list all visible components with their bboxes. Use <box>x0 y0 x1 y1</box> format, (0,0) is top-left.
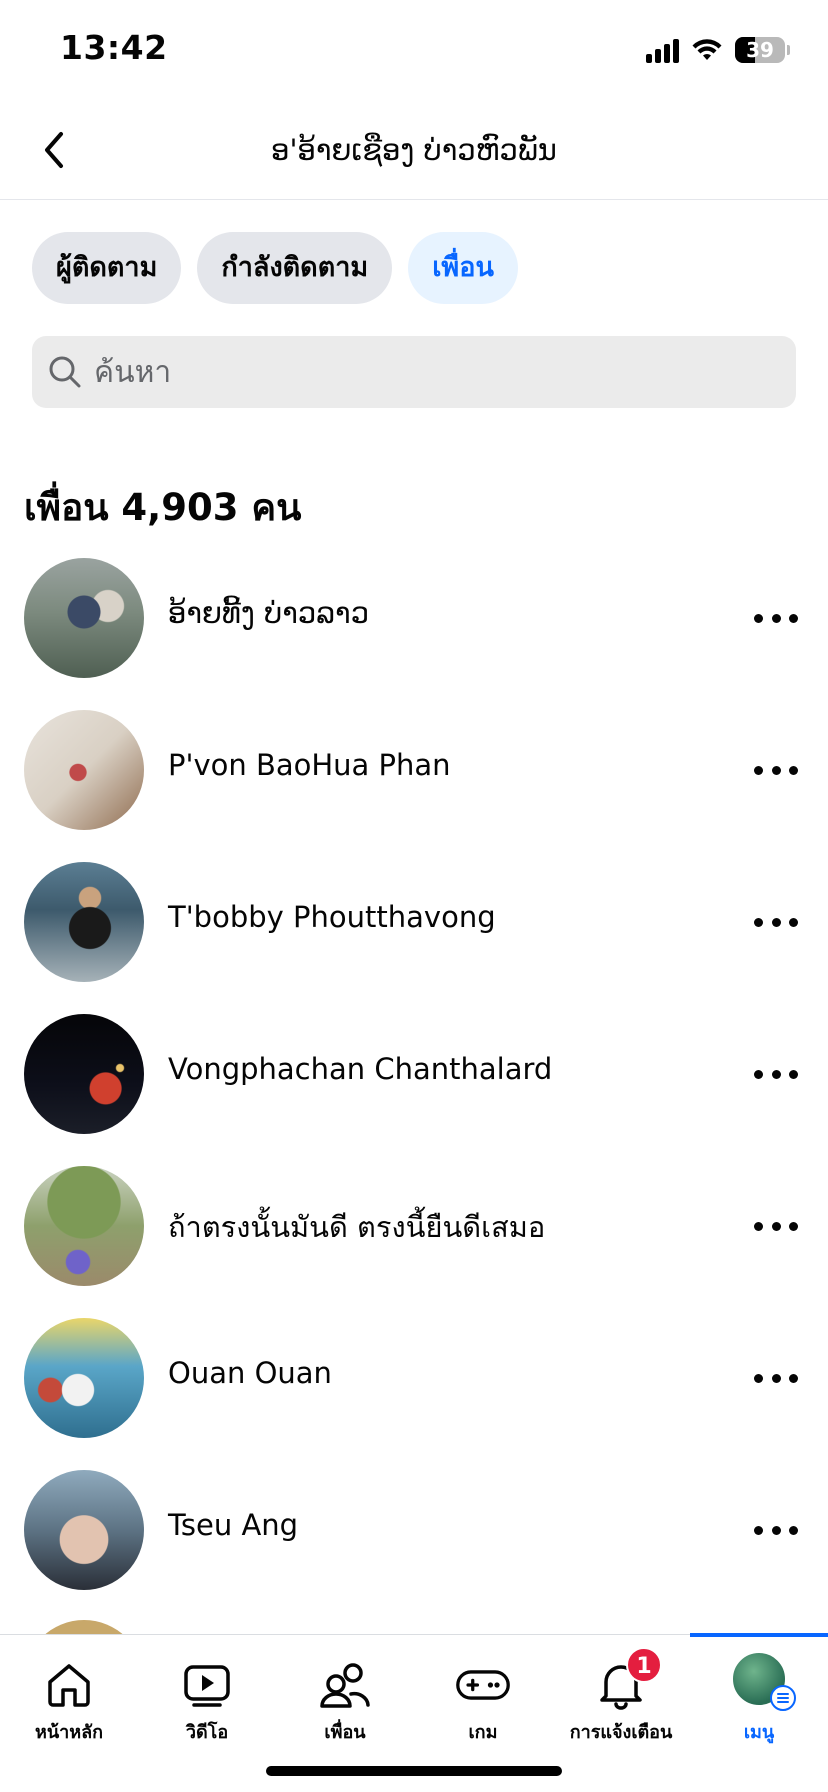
more-options-button[interactable] <box>754 748 798 792</box>
gaming-icon <box>455 1657 511 1713</box>
nav-label: เพื่อน <box>324 1722 366 1743</box>
avatar[interactable] <box>24 1014 144 1134</box>
avatar[interactable] <box>24 710 144 830</box>
home-icon <box>41 1657 97 1713</box>
status-bar: 13:42 39 <box>0 0 828 100</box>
friend-name[interactable]: Ouan Ouan <box>168 1356 332 1390</box>
more-options-button[interactable] <box>754 1052 798 1096</box>
page-title: ອ'ອ້າຍເຊືອງ ບ່າວຫົວພັນ <box>271 133 557 167</box>
nav-notifications[interactable]: 1 การแจ้งเตือน <box>552 1635 690 1755</box>
nav-video[interactable]: วิดีโอ <box>138 1635 276 1755</box>
wifi-icon <box>692 39 722 60</box>
list-item[interactable]: P'von BaoHua Phan <box>0 708 828 860</box>
notification-badge: 1 <box>626 1647 662 1683</box>
more-options-button[interactable] <box>754 1204 798 1248</box>
avatar[interactable] <box>24 1318 144 1438</box>
more-options-button[interactable] <box>754 1356 798 1400</box>
status-time: 13:42 <box>60 28 168 67</box>
filter-chips: ผู้ติดตาม กำลังติดตาม เพื่อน <box>32 232 518 304</box>
battery-level: 39 <box>746 38 774 62</box>
friend-name[interactable]: Vongphachan Chanthalard <box>168 1052 552 1086</box>
nav-label: เกม <box>468 1722 498 1743</box>
friend-name[interactable]: P'von BaoHua Phan <box>168 748 451 782</box>
home-indicator <box>266 1766 562 1776</box>
chip-followers[interactable]: ผู้ติดตาม <box>32 232 182 304</box>
list-item[interactable]: ອ້າຍທີ້ງ ບ່າວລາວ <box>0 556 828 708</box>
search-input[interactable] <box>94 354 754 390</box>
battery-icon: 39 <box>735 37 785 63</box>
more-options-button[interactable] <box>754 1508 798 1552</box>
chip-following[interactable]: กำลังติดตาม <box>197 232 393 304</box>
more-options-button[interactable] <box>754 900 798 944</box>
nav-menu[interactable]: เมนู <box>690 1633 828 1755</box>
friend-name[interactable]: ถ้าตรงนั้นมันดี ตรงนี้ยืนดีเสมอ <box>168 1204 545 1250</box>
menu-icon <box>770 1685 796 1711</box>
cellular-signal-icon <box>646 37 679 63</box>
avatar[interactable] <box>24 558 144 678</box>
video-icon <box>179 1657 235 1713</box>
list-item[interactable]: ถ้าตรงนั้นมันดี ตรงนี้ยืนดีเสมอ <box>0 1164 828 1316</box>
nav-gaming[interactable]: เกม <box>414 1635 552 1755</box>
nav-label: หน้าหลัก <box>34 1722 104 1743</box>
avatar[interactable] <box>24 1470 144 1590</box>
list-item[interactable]: T'bobby Phoutthavong <box>0 860 828 1012</box>
nav-friends[interactable]: เพื่อน <box>276 1635 414 1755</box>
nav-home[interactable]: หน้าหลัก <box>0 1635 138 1755</box>
list-item[interactable]: Tseu Ang <box>0 1468 828 1620</box>
nav-label: เมนู <box>743 1722 775 1743</box>
header: ອ'ອ້າຍເຊືອງ ບ່າວຫົວພັນ <box>0 100 828 200</box>
page: 13:42 39 ອ'ອ້າຍເຊືອງ ບ່າວຫົວພັນ ผู้ติดตา… <box>0 0 828 1792</box>
list-item[interactable]: Vongphachan Chanthalard <box>0 1012 828 1164</box>
friend-name[interactable]: ອ້າຍທີ້ງ ບ່າວລາວ <box>168 596 369 630</box>
back-button[interactable] <box>24 120 84 180</box>
search-icon <box>49 356 81 388</box>
friend-list: ອ້າຍທີ້ງ ບ່າວລາວ P'von BaoHua Phan T'bob… <box>0 556 828 1620</box>
friend-name[interactable]: T'bobby Phoutthavong <box>168 900 496 934</box>
avatar[interactable] <box>24 1166 144 1286</box>
chevron-left-icon <box>45 132 63 168</box>
chip-friends[interactable]: เพื่อน <box>408 232 518 304</box>
battery-cap <box>787 45 790 55</box>
friend-name[interactable]: Tseu Ang <box>168 1508 298 1542</box>
status-icons: 39 <box>646 34 790 66</box>
nav-label: วิดีโอ <box>185 1722 229 1743</box>
more-options-button[interactable] <box>754 596 798 640</box>
avatar[interactable] <box>24 862 144 982</box>
search-bar <box>32 336 796 408</box>
list-item[interactable]: Ouan Ouan <box>0 1316 828 1468</box>
friends-icon <box>317 1657 373 1713</box>
nav-label: การแจ้งเตือน <box>569 1722 673 1743</box>
friends-count-heading: เพื่อน 4,903 คน <box>24 486 302 529</box>
